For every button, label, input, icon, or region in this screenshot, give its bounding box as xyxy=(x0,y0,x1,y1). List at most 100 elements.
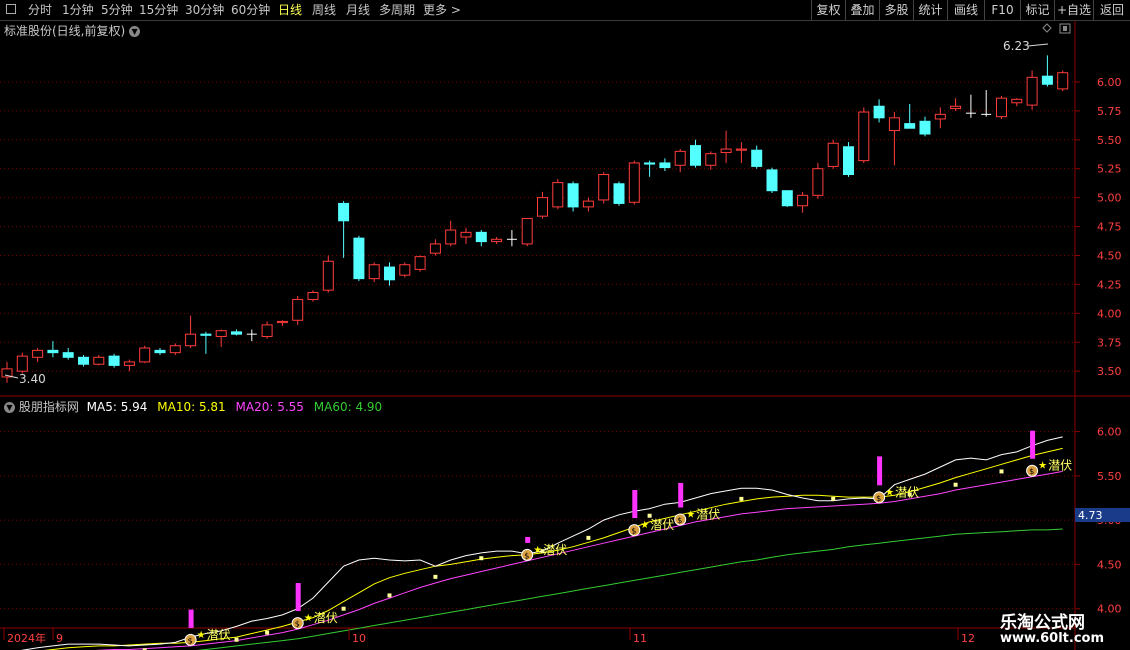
candle-body xyxy=(950,105,962,110)
star-icon: ★ xyxy=(304,613,313,624)
indicator-tick-label: 4.50 xyxy=(1097,558,1122,571)
candle-body xyxy=(934,113,946,120)
candle-body xyxy=(582,200,594,208)
candlesticks xyxy=(1,55,1069,383)
candle-body xyxy=(384,266,395,281)
candle-body xyxy=(62,352,74,358)
candle xyxy=(751,145,763,169)
money-bag-glyph: $ xyxy=(876,494,881,503)
date-tick-label: 9 xyxy=(56,632,63,645)
watermark-url: www.60lt.com xyxy=(1000,631,1105,646)
candle-body xyxy=(123,361,135,366)
candle xyxy=(644,160,656,177)
candle-body xyxy=(644,162,656,165)
candle-body xyxy=(1026,76,1038,106)
signal-bar xyxy=(295,583,301,612)
candle xyxy=(123,359,135,372)
candle xyxy=(552,179,564,210)
date-tick-label: 12 xyxy=(961,632,975,645)
candle-body xyxy=(781,190,793,207)
candle xyxy=(108,353,120,368)
indicator-grid xyxy=(0,431,1075,610)
date-axis: 2024年 9 10 11 12 xyxy=(3,628,975,645)
ma-dot xyxy=(739,496,744,501)
candle-body xyxy=(445,229,457,245)
candle-body xyxy=(521,217,533,245)
candle xyxy=(950,98,962,111)
candle-body xyxy=(552,182,564,208)
candle-body xyxy=(399,264,411,276)
panel-toggle-icon[interactable] xyxy=(1059,23,1071,34)
indicator-tick-label: 6.00 xyxy=(1097,426,1122,439)
candle xyxy=(139,345,151,364)
ma-dot xyxy=(953,482,958,487)
candle xyxy=(169,343,181,355)
candle-body xyxy=(78,356,89,365)
candle xyxy=(904,103,916,129)
candle-body xyxy=(185,333,197,347)
ma-dot xyxy=(387,593,392,598)
candle xyxy=(873,99,885,123)
candle xyxy=(919,116,931,137)
candle xyxy=(1057,70,1069,92)
signal-label: 潜伏 xyxy=(895,485,919,499)
candle-body xyxy=(231,331,242,335)
candle xyxy=(628,160,640,205)
candle-body xyxy=(537,197,548,217)
diamond-icon[interactable] xyxy=(1042,23,1052,33)
signal-marker: $ ★ 潜伏 xyxy=(873,456,919,504)
money-bag-glyph: $ xyxy=(188,636,193,645)
candle xyxy=(16,352,28,374)
ma-dot xyxy=(265,630,270,635)
main-tick-label: 6.00 xyxy=(1097,76,1122,89)
signal-marker: $ ★ 潜伏 xyxy=(291,583,338,630)
candle xyxy=(445,220,457,247)
candle-body xyxy=(292,298,304,321)
signal-bar xyxy=(877,456,883,486)
candle-body xyxy=(154,349,166,354)
candle xyxy=(368,262,380,283)
kline-chart: $ ★ 潜伏$ ★ 潜伏$ ★ 潜伏$ ★ 潜伏 $ ★ 潜伏$ ★ 潜伏$ ★ 潜伏 6.005.755.5… xyxy=(0,21,1130,650)
candle xyxy=(567,181,579,212)
signal-label: 潜伏 xyxy=(314,611,338,625)
signal-marker: $ ★ 潜伏 xyxy=(521,536,567,561)
money-bag-glyph: $ xyxy=(295,620,300,629)
candle xyxy=(62,348,74,360)
candle xyxy=(491,236,503,244)
candle xyxy=(460,227,472,244)
candle xyxy=(414,255,426,272)
ma-dot xyxy=(831,496,836,501)
candle-body xyxy=(322,260,334,291)
star-icon: ★ xyxy=(885,487,894,498)
candle xyxy=(1041,55,1053,87)
candle xyxy=(735,142,747,163)
candle-body xyxy=(812,168,824,196)
current-value-label: 4.73 xyxy=(1078,509,1103,522)
main-tick-label: 4.75 xyxy=(1097,221,1122,234)
signal-bar xyxy=(188,609,194,628)
signal-marker: $ ★ 潜伏 xyxy=(628,490,674,537)
signal-bar xyxy=(1030,430,1036,459)
star-icon: ★ xyxy=(686,509,695,520)
signal-marker: $ ★ 潜伏 xyxy=(1026,430,1072,477)
candle-body xyxy=(766,169,778,192)
candle-body xyxy=(215,330,227,337)
main-tick-label: 5.50 xyxy=(1097,134,1122,147)
signal-label: 潜伏 xyxy=(543,543,567,557)
candle xyxy=(705,151,717,170)
candle-body xyxy=(1057,72,1069,90)
candle-body xyxy=(261,324,273,337)
candle xyxy=(154,348,166,355)
candle xyxy=(537,191,548,219)
candle-body xyxy=(1011,98,1023,104)
candle xyxy=(307,290,319,302)
candle xyxy=(246,329,257,342)
candle xyxy=(720,130,732,163)
candle-body xyxy=(276,320,288,324)
candle-body xyxy=(353,237,365,280)
star-icon: ★ xyxy=(1038,461,1047,472)
ma-dot xyxy=(999,469,1004,474)
candle xyxy=(888,112,900,166)
date-tick-label: 10 xyxy=(352,632,366,645)
money-bag-glyph: $ xyxy=(677,516,682,525)
